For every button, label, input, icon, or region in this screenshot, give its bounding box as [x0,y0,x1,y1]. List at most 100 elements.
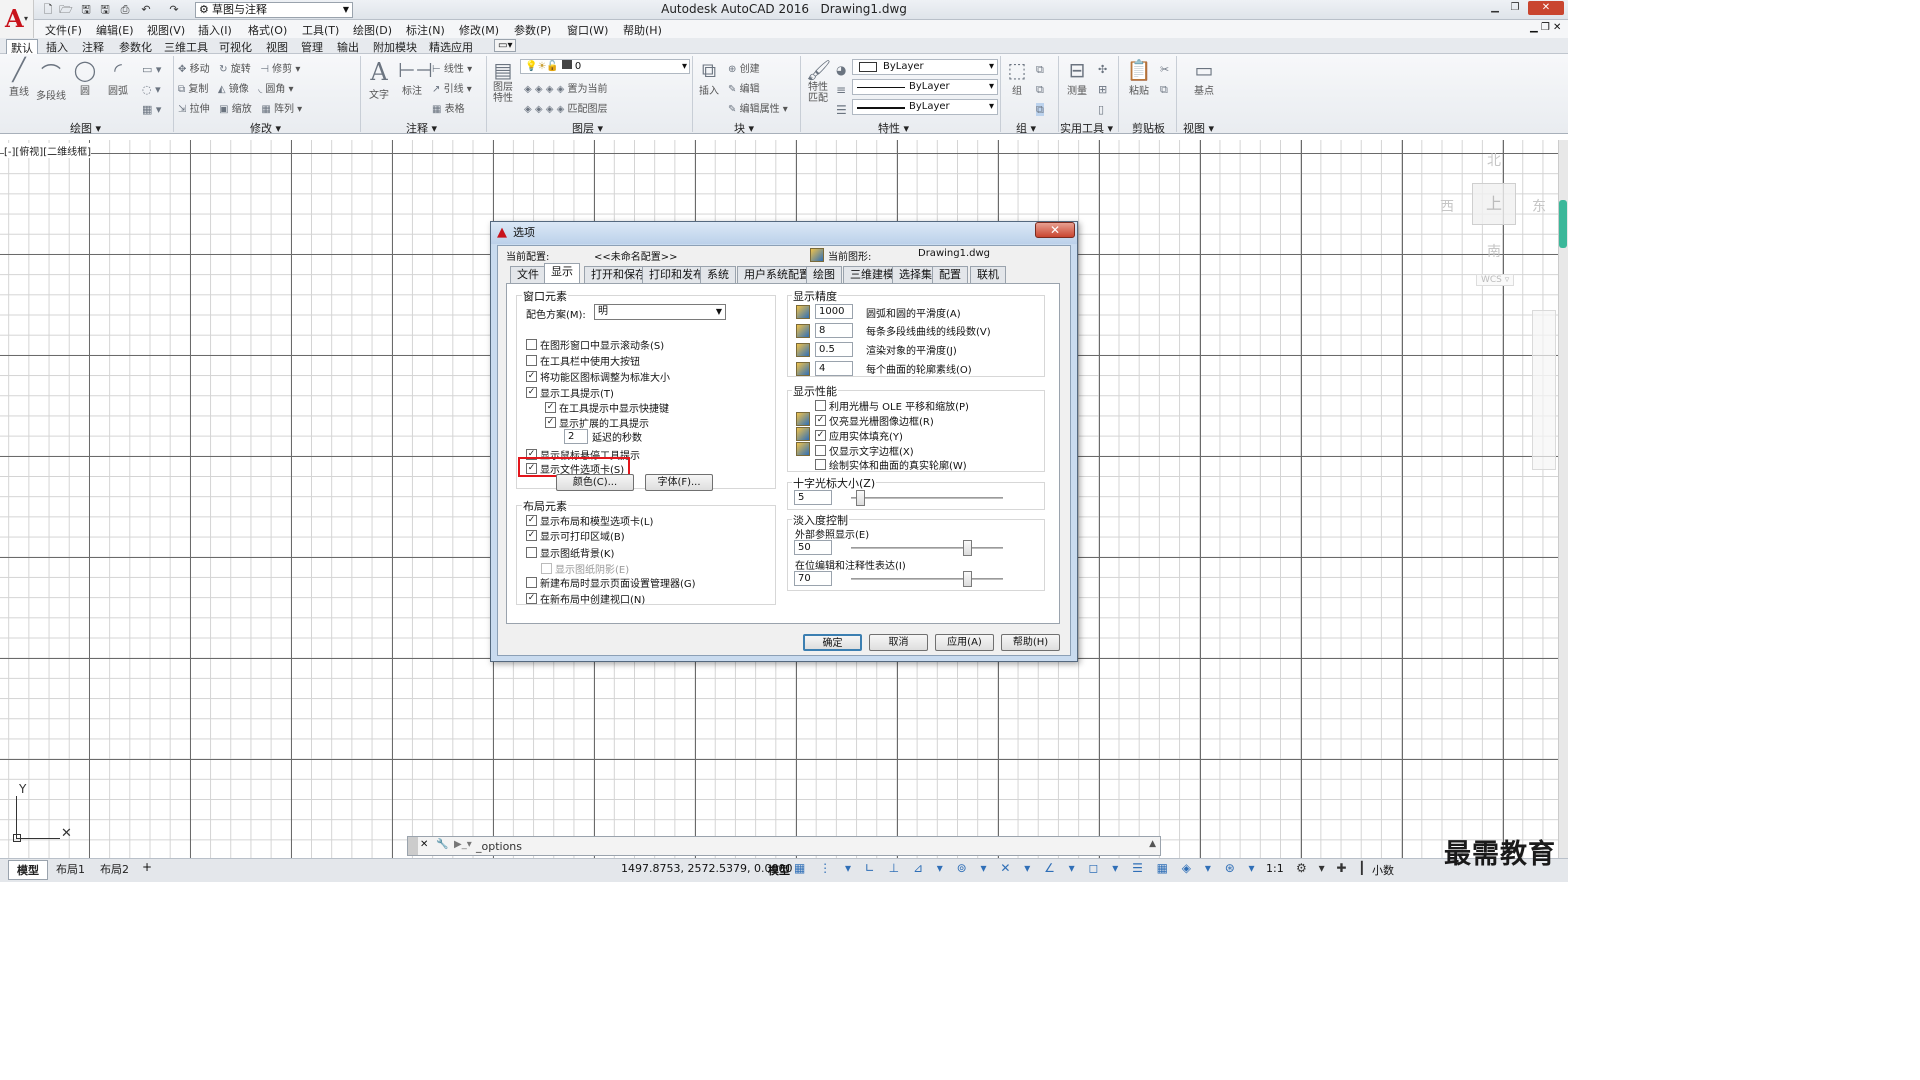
ribbon-tab-view[interactable]: 视图 [262,39,292,55]
leader-label[interactable]: 引线 [444,84,464,95]
tab-files[interactable]: 文件 [510,266,546,283]
ribbon-tab-visualize[interactable]: 可视化 [215,39,256,55]
redo-icon[interactable]: ↷ [166,2,182,17]
tab-display[interactable]: 显示 [544,263,580,283]
tab-user-preferences[interactable]: 用户系统配置 [737,266,817,283]
paste-tool[interactable]: 📋 粘贴 [1126,58,1152,97]
close-icon[interactable]: ✕ [420,839,428,850]
polyline-segments-input[interactable]: 8 [815,323,853,338]
utilities-group-label[interactable]: 实用工具 ▾ [1060,120,1113,136]
help-button[interactable]: 帮助(H) [1001,634,1060,651]
navigation-bar[interactable] [1532,310,1556,470]
tab-drafting[interactable]: 绘图 [806,266,842,283]
menu-insert[interactable]: 插入(I) [198,22,232,38]
menu-window[interactable]: 窗口(W) [567,22,608,38]
group-small-tools[interactable]: ⧉ ⧉ ⧉ [1036,60,1044,120]
array-label[interactable]: 阵列 [274,104,294,115]
tab-layout1[interactable]: 布局1 [48,860,93,878]
rendered-smoothness-input[interactable]: 0.5 [815,342,853,357]
wrench-icon[interactable]: 🔧 [436,839,448,850]
print-icon[interactable]: ⎙ [117,2,133,17]
menu-file[interactable]: 文件(F) [45,22,82,38]
properties-group-label[interactable]: 特性 ▾ [878,120,909,136]
restore-icon[interactable]: ❐ [1506,1,1524,15]
minimize-icon[interactable]: ▁ [1486,1,1504,15]
modify-group-label[interactable]: 修改 ▾ [250,120,281,136]
apply-button[interactable]: 应用(A) [935,634,994,651]
cancel-button[interactable]: 取消 [869,634,928,651]
save-as-icon[interactable]: 🖫 [97,2,113,17]
match-layer-label[interactable]: 匹配图层 [568,104,608,115]
tooltip-delay-input[interactable]: 2 [564,429,588,444]
copy-label[interactable]: 复制 [188,84,208,95]
draw-group-label[interactable]: 绘图 ▾ [70,120,101,136]
viewcube-west[interactable]: 西 [1440,196,1454,216]
save-icon[interactable]: 🖫 [78,2,94,17]
menu-parametric[interactable]: 参数(P) [514,22,551,38]
checkbox-box[interactable] [526,339,537,350]
wcs-menu[interactable]: WCS ▿ [1476,274,1515,286]
layer-dropdown[interactable]: 💡☀🔓 0 ▾ [520,59,690,74]
group-tool[interactable]: ⬚ 组 [1004,58,1030,97]
colors-button[interactable]: 颜色(C)... [556,474,634,491]
checkbox-box[interactable] [815,459,826,470]
annotation-scale[interactable]: 1:1 [1266,862,1284,875]
checkbox-box[interactable] [526,547,537,558]
scrollbar-thumb[interactable] [1559,200,1567,248]
clipboard-group-label[interactable]: 剪贴板 [1132,120,1165,136]
polyline-tool[interactable]: ⌒ 多段线 [36,58,66,102]
crosshair-slider-track[interactable] [851,497,1003,499]
create-block-label[interactable]: 创建 [740,64,760,75]
close-icon[interactable]: ✕ [1528,1,1564,15]
checkbox-box[interactable]: ✓ [815,430,826,441]
menu-tools[interactable]: 工具(T) [302,22,339,38]
checkbox-box[interactable]: ✓ [545,417,556,428]
command-input[interactable]: _options [476,840,522,853]
drafting-aids-icons[interactable]: ▦ ⋮ ▾ ∟ ⊥ ⊿ ▾ ⊚ ▾ ✕ ▾ ∠ ▾ ◻ ▾ ☰ ▦ ◈ ▾ ⊛ … [794,861,1260,875]
tab-system[interactable]: 系统 [700,266,736,283]
match-properties-tool[interactable]: 🖌 特性匹配 [806,58,831,104]
tab-online[interactable]: 联机 [970,266,1006,283]
color-dropdown[interactable]: ByLayer ▾ [852,59,998,75]
checkbox-box[interactable]: ✓ [526,387,537,398]
trim-label[interactable]: 修剪 [272,64,292,75]
application-menu-button[interactable]: A ▾ [0,0,34,40]
shortcut-keys-in-tooltips-checkbox[interactable]: ✓ 在工具提示中显示快捷键 [545,400,669,415]
page-setup-manager-checkbox[interactable]: 新建布局时显示页面设置管理器(G) [526,575,696,590]
paper-background-checkbox[interactable]: 显示图纸背景(K) [526,545,614,560]
status-tools-icons[interactable]: ⚙ ▾ ✚ ┃ [1296,861,1370,875]
linear-label[interactable]: 线性 [444,64,464,75]
checkbox-box[interactable] [815,445,826,456]
set-current-label[interactable]: 置为当前 [568,84,608,95]
color-scheme-dropdown[interactable]: 明 ▼ [594,304,726,320]
add-layout-icon[interactable]: + [142,860,152,874]
undo-icon[interactable]: ↶ [138,2,154,17]
edit-attribute-label[interactable]: 编辑属性 [740,104,780,115]
linetype-dropdown[interactable]: ByLayer ▾ [852,79,998,95]
viewcube-north[interactable]: 北 [1487,150,1501,170]
circle-tool[interactable]: ◯ 圆 [72,58,98,97]
view-group-label[interactable]: 视图 ▾ [1183,120,1214,136]
open-file-icon[interactable]: 🗁 [58,2,74,17]
ribbon-tab-default[interactable]: 默认 [6,39,38,55]
checkbox-box[interactable]: ✓ [526,593,537,604]
ok-button[interactable]: 确定 [803,634,862,651]
resize-ribbon-icons-checkbox[interactable]: ✓ 将功能区图标调整为标准大小 [526,369,670,384]
layers-group-label[interactable]: 图层 ▾ [572,120,603,136]
ribbon-tab-output[interactable]: 输出 [333,39,363,55]
workspace-selector[interactable]: ⚙ 草图与注释 ▼ [195,2,353,18]
annotation-group-label[interactable]: 注释 ▾ [406,120,437,136]
checkbox-box[interactable]: ✓ [815,415,826,426]
crosshair-size-input[interactable]: 5 [794,490,832,505]
ribbon-tab-annotate[interactable]: 注释 [78,39,108,55]
dialog-title-bar[interactable]: ▲ 选项 [491,222,1077,244]
ribbon-tab-featured[interactable]: 精选应用 [425,39,477,55]
printable-area-checkbox[interactable]: ✓ 显示可打印区域(B) [526,528,625,543]
command-line-grip[interactable] [408,837,418,855]
ribbon-tab-3d-tools[interactable]: 三维工具 [160,39,212,55]
viewcube[interactable]: 上 [1472,183,1516,225]
base-point-tool[interactable]: ▭ 基点 [1190,58,1218,97]
insert-block-tool[interactable]: ⧉ 插入 [696,58,722,97]
checkbox-box[interactable]: ✓ [526,515,537,526]
doc-window-controls[interactable]: ▁ ❐ ✕ [1530,22,1561,33]
